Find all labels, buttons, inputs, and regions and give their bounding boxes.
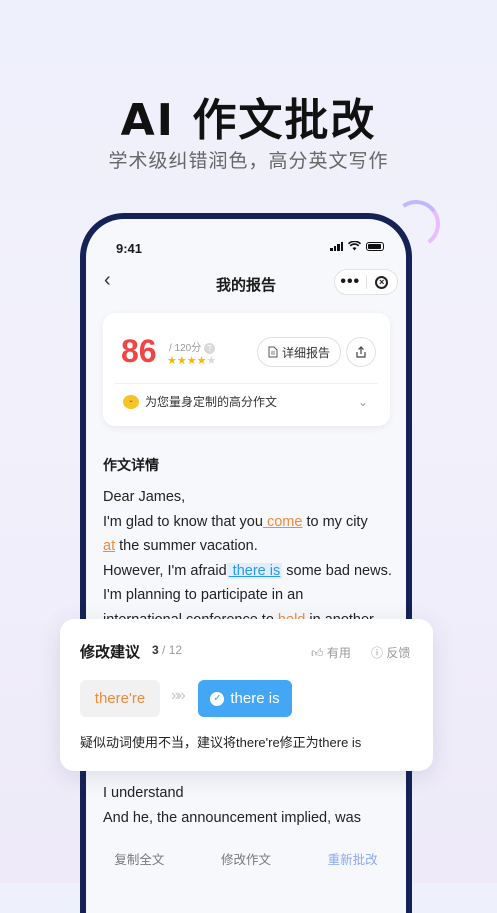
corrected-text-chip[interactable]: ✓ there is [198,680,292,717]
essay-text: the summer vacation. [115,538,258,555]
essay-text: to my city [302,513,368,530]
suggestion-total: / 12 [162,643,183,657]
bottom-action-bar: 复制全文 修改作文 重新批改 [86,849,406,868]
star-icon: ★ [196,355,207,367]
star-rating: ★★★★★ [167,354,216,367]
feedback-label: 反馈 [386,646,411,660]
suggestion-title: 修改建议 [80,643,141,661]
regrade-button[interactable]: 重新批改 [328,849,378,868]
useful-button[interactable]: 👍︎ 有用 [311,644,351,661]
essay-text: I'm glad to know that you [103,513,263,530]
error-highlight[interactable]: come [263,514,302,530]
share-icon [356,346,366,358]
status-time: 9:41 [116,241,143,256]
detail-report-button[interactable]: 详细报告 [257,337,342,367]
corrected-text: there is [230,690,280,707]
hero-subtitle: 学术级纠错润色，高分英文写作 [108,150,389,172]
essay-body-continued: I understand And he, the announcement imp… [103,781,403,830]
essay-line: And he, the announcement implied, was [103,809,361,826]
double-arrow-icon: »» [171,687,186,704]
phone-frame: 9:41 ‹ 我的报告 ••• × 86 / 120分 ? ★★★★★ 详细报告… [80,213,412,913]
useful-label: 有用 [326,646,351,660]
essay-body: Dear James, I'm glad to know that you com… [103,485,403,633]
wifi-icon [348,241,361,251]
thumbs-up-icon: 👍︎ [311,646,324,660]
original-text-chip: there're [80,680,160,717]
smile-icon: ᵕ [123,394,139,409]
suggestion-current: 3 [152,643,159,657]
battery-icon [366,241,384,251]
edit-essay-button[interactable]: 修改作文 [221,849,271,868]
essay-text: Dear James, [103,489,186,505]
essay-line: I'm glad to know that you come to my cit… [103,510,403,535]
suggestion-counter: 3 / 12 [152,643,182,657]
essay-text: However, I'm afraid [103,562,227,579]
score-max: / 120分 ? [169,339,216,354]
mini-program-capsule: ••• × [334,269,398,295]
copy-all-button[interactable]: 复制全文 [114,849,164,868]
check-icon: ✓ [210,691,225,706]
error-highlight[interactable]: at [103,538,115,554]
feedback-button[interactable]: ⓘ 反馈 [371,644,410,661]
chevron-down-icon[interactable]: ⌄ [358,395,368,409]
more-button[interactable]: ••• [335,274,366,290]
card-divider [115,383,378,384]
essay-section-title: 作文详情 [103,458,159,474]
error-highlight[interactable]: there is [226,562,283,579]
star-icon: ★ [167,355,177,367]
score-value: 86 [121,333,157,369]
score-card: 86 / 120分 ? ★★★★★ 详细报告 ᵕ 为您量身定制的高分作文 ⌄ [103,313,390,426]
score-max-label: / 120分 [169,343,202,354]
custom-essay-label: 为您量身定制的高分作文 [145,395,278,409]
detail-report-label: 详细报告 [282,345,331,360]
essay-line: I'm planning to participate in an [103,583,403,608]
suggestion-description: 疑似动词使用不当，建议将there're修正为there is [80,735,362,750]
suggestion-card: 修改建议 3 / 12 👍︎ 有用 ⓘ 反馈 there're »» ✓ the… [60,619,433,771]
status-icons [330,241,384,251]
star-icon: ★ [176,355,187,367]
essay-line: However, I'm afraid there is some bad ne… [103,559,403,584]
close-button[interactable]: × [367,275,398,289]
hero-title: AI 作文批改 [120,95,377,146]
share-button[interactable] [346,337,376,367]
essay-text: some bad news. [282,562,392,579]
essay-line: Dear James, [103,485,403,510]
star-icon: ★ [206,355,217,367]
essay-line: at the summer vacation. [103,534,403,559]
essay-text: I'm planning to participate in an [103,587,304,604]
info-icon: ⓘ [371,646,384,660]
essay-line: I understand [103,785,184,801]
star-icon: ★ [186,355,197,367]
close-icon: × [375,275,389,289]
custom-essay-row[interactable]: ᵕ 为您量身定制的高分作文 [123,393,373,410]
document-icon [268,346,278,358]
help-icon[interactable]: ? [204,342,216,354]
signal-icon [330,241,343,251]
